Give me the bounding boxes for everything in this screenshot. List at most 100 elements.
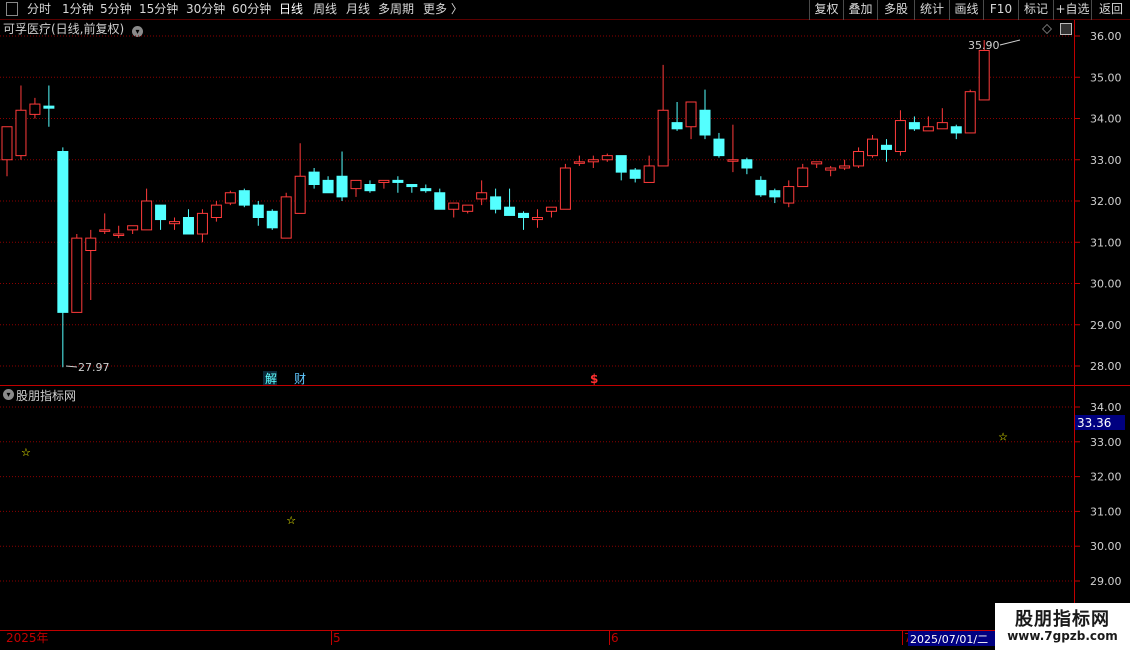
candle[interactable] — [448, 202, 460, 218]
candle[interactable] — [252, 201, 264, 226]
candle[interactable] — [224, 190, 236, 206]
candle[interactable] — [155, 204, 167, 230]
candle[interactable] — [769, 188, 781, 204]
period-tab[interactable]: 15分钟 — [139, 0, 178, 19]
candle[interactable] — [490, 188, 502, 214]
candle[interactable] — [322, 176, 334, 194]
period-tab[interactable]: 日线 — [279, 0, 303, 19]
toolbar-button[interactable]: 叠加 — [843, 0, 877, 20]
candle[interactable] — [559, 163, 571, 210]
candle[interactable] — [85, 229, 97, 300]
toolbar-button[interactable]: 画线 — [949, 0, 983, 20]
candle[interactable] — [15, 85, 27, 160]
candle[interactable] — [825, 165, 837, 177]
diamond-icon[interactable] — [1042, 24, 1052, 34]
candle[interactable] — [950, 124, 962, 140]
candle[interactable] — [699, 89, 711, 140]
toolbar-button[interactable]: 统计 — [914, 0, 949, 20]
candle[interactable] — [964, 89, 976, 134]
candle[interactable] — [280, 192, 292, 239]
candle[interactable] — [671, 102, 683, 131]
period-tab[interactable]: 周线 — [313, 0, 337, 19]
candle[interactable] — [238, 188, 250, 208]
kline-chart[interactable]: ☆ ☆ ☆ 36.00 35.00 34.00 33.00 32.00 31.00 30.00 2… — [0, 0, 1130, 650]
candle[interactable] — [839, 159, 851, 171]
toolbar-button[interactable]: 多股 — [877, 0, 914, 20]
candle[interactable] — [336, 151, 348, 202]
candle[interactable] — [587, 155, 599, 168]
candle[interactable] — [811, 161, 823, 168]
period-tab[interactable]: 分时 — [27, 0, 51, 19]
candle[interactable] — [504, 188, 516, 216]
candle[interactable] — [476, 180, 488, 206]
period-tab[interactable]: 更多 〉 — [423, 0, 463, 19]
candle[interactable] — [545, 206, 557, 218]
candle[interactable] — [210, 201, 222, 222]
candle[interactable] — [629, 168, 641, 183]
candle[interactable] — [783, 180, 795, 208]
candle[interactable] — [294, 143, 306, 214]
toolbar-button[interactable]: +自选 — [1053, 0, 1091, 20]
window-icon[interactable] — [6, 2, 18, 16]
candle[interactable] — [922, 116, 934, 132]
candle[interactable] — [169, 217, 181, 230]
candle[interactable] — [601, 153, 613, 162]
candle[interactable] — [406, 184, 418, 193]
candle[interactable] — [657, 64, 669, 167]
candle[interactable] — [308, 168, 320, 189]
candle[interactable] — [392, 176, 404, 193]
candle[interactable] — [378, 179, 390, 189]
candle[interactable] — [43, 85, 55, 127]
period-tab[interactable]: 5分钟 — [100, 0, 132, 19]
candle[interactable] — [713, 132, 725, 158]
candle[interactable] — [908, 116, 920, 131]
toolbar-button[interactable]: 返回 — [1091, 0, 1130, 20]
candle[interactable] — [978, 40, 990, 101]
period-tab[interactable]: 多周期 — [378, 0, 414, 19]
candle[interactable] — [434, 188, 446, 210]
candle[interactable] — [196, 209, 208, 243]
candle[interactable] — [755, 176, 767, 197]
panel-toggle-icon[interactable] — [1060, 23, 1072, 35]
candle[interactable] — [462, 204, 474, 214]
candle[interactable] — [1, 126, 13, 177]
period-tab[interactable]: 60分钟 — [232, 0, 271, 19]
period-tab[interactable]: 月线 — [346, 0, 370, 19]
period-tab[interactable]: 30分钟 — [186, 0, 225, 19]
candle[interactable] — [531, 209, 543, 228]
toolbar-button[interactable]: F10 — [983, 0, 1018, 20]
unlock-marker[interactable]: 解 — [265, 372, 277, 386]
candle[interactable] — [71, 234, 83, 313]
sub-chevron-icon[interactable]: ▾ — [3, 389, 14, 400]
candle[interactable] — [518, 211, 530, 230]
candle[interactable] — [936, 108, 948, 130]
candle[interactable] — [573, 155, 585, 166]
finance-marker[interactable]: 财 — [294, 372, 306, 386]
candle[interactable] — [364, 180, 376, 193]
candle[interactable] — [266, 209, 278, 230]
candle[interactable] — [797, 163, 809, 188]
chevron-down-icon[interactable]: ▾ — [132, 26, 144, 37]
candle[interactable] — [615, 155, 627, 181]
candle[interactable] — [182, 209, 194, 235]
dividend-marker[interactable]: $ — [590, 372, 598, 386]
candle[interactable] — [880, 139, 892, 162]
toolbar-button[interactable]: 复权 — [809, 0, 843, 20]
candle[interactable] — [741, 157, 753, 175]
candle[interactable] — [29, 97, 41, 119]
candle[interactable] — [141, 188, 153, 231]
candle[interactable] — [643, 155, 655, 183]
candle[interactable] — [127, 225, 139, 234]
candle[interactable] — [727, 124, 739, 173]
toolbar-button[interactable]: 标记 — [1018, 0, 1053, 20]
period-tab[interactable]: 1分钟 — [62, 0, 94, 19]
candle[interactable] — [867, 135, 879, 158]
candle[interactable] — [99, 213, 111, 234]
candle[interactable] — [113, 225, 125, 239]
candle[interactable] — [420, 184, 432, 193]
candle[interactable] — [685, 101, 697, 140]
candle[interactable] — [350, 179, 362, 197]
candle[interactable] — [853, 147, 865, 168]
candle[interactable] — [894, 110, 906, 156]
candle[interactable] — [57, 147, 69, 368]
